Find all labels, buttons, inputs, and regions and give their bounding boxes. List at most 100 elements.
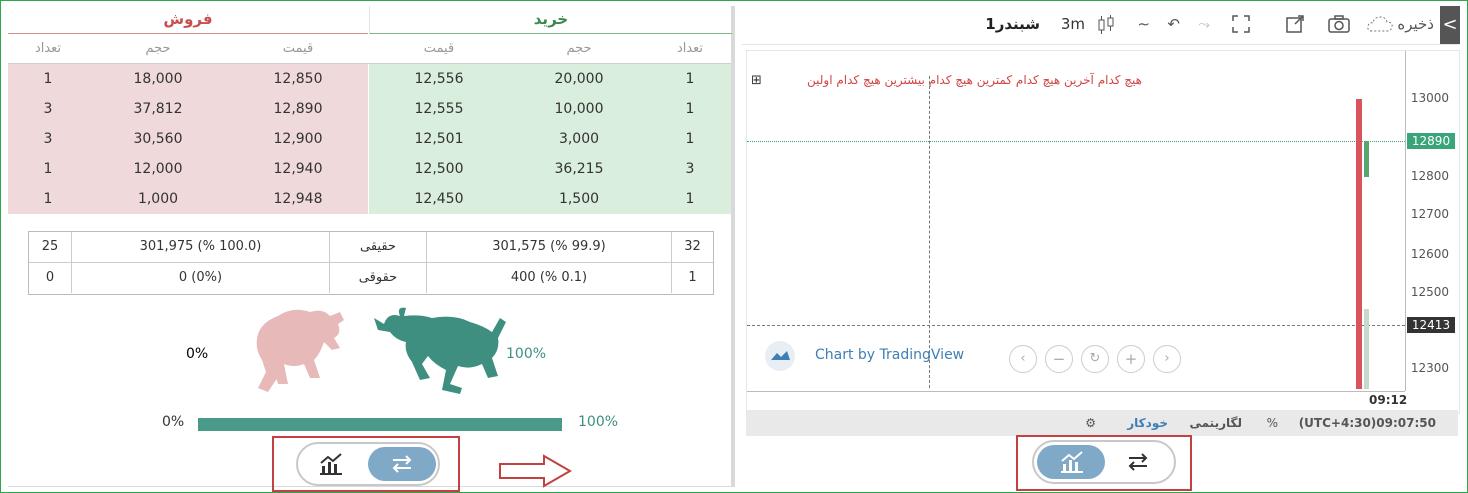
zoom-out-button[interactable]: −	[1045, 345, 1073, 373]
scroll-left-button[interactable]: ‹	[1009, 345, 1037, 373]
buy-volume-cell: 1,500	[509, 184, 649, 215]
sell-volume-cell: 30,560	[88, 124, 228, 155]
sell-header: فروش	[8, 6, 368, 34]
sell-count-cell: 1	[8, 184, 88, 215]
arrow-right-icon	[499, 454, 573, 488]
candle	[1356, 99, 1362, 389]
buy-price-cell: 12,501	[369, 124, 509, 155]
symbol-label[interactable]: شبندر1	[985, 15, 1040, 33]
orderbook-view-button[interactable]	[368, 447, 436, 481]
sell-volume-col: حجم	[145, 41, 171, 56]
last-price-label: 12890	[1407, 133, 1455, 149]
price-tick: 12500	[1410, 285, 1449, 299]
auto-toggle[interactable]: خودکار	[1127, 416, 1168, 430]
zoom-in-button[interactable]: +	[1117, 345, 1145, 373]
bull-percent: 100%	[506, 346, 547, 362]
chart-view-icon	[1059, 450, 1085, 478]
table-row[interactable]: 1 18,000 12,850 12,556 20,000 1	[8, 64, 731, 95]
buy-volume-cell: 3,000	[509, 124, 649, 155]
volume-bar	[1364, 309, 1369, 389]
bull-icon	[374, 307, 506, 394]
clock-time: (UTC+4:30)09:07:50	[1298, 416, 1436, 430]
sell-volume-cell: 37,812	[88, 94, 228, 125]
row-label: حقیقی	[330, 232, 427, 262]
chart-view-icon[interactable]	[318, 452, 344, 480]
time-label: 09:12	[1369, 393, 1408, 407]
sell-value: 0 (0%)	[72, 263, 330, 293]
sell-count: 25	[29, 232, 72, 262]
view-toggle[interactable]	[296, 442, 440, 486]
settings-gear-icon[interactable]: ⚙	[1085, 416, 1096, 430]
redo-icon[interactable]: ⤳	[1198, 15, 1210, 33]
sell-price-cell: 12,940	[228, 154, 368, 185]
table-row: 25 301,975 (% 100.0) حقیقی 301,575 (% 99…	[29, 232, 713, 263]
buy-value: 400 (% 0.1)	[427, 263, 672, 293]
buy-volume-cell: 20,000	[509, 64, 649, 95]
sell-volume-cell: 1,000	[88, 184, 228, 215]
table-row[interactable]: 3 37,812 12,890 12,555 10,000 1	[8, 94, 731, 125]
bar-left-label: 0%	[162, 414, 185, 430]
swap-arrows-icon	[390, 453, 414, 479]
sell-count-cell: 3	[8, 124, 88, 155]
swap-arrows-icon[interactable]	[1126, 451, 1150, 477]
camera-icon[interactable]	[1328, 15, 1350, 37]
chart-status-bar: (UTC+4:30)09:07:50 % لگاریتمی خودکار ⚙	[746, 410, 1458, 436]
price-tick: 12700	[1410, 207, 1449, 221]
cloud-save-icon[interactable]	[1366, 15, 1394, 37]
price-tick: 12800	[1410, 169, 1449, 183]
sell-count-cell: 1	[8, 64, 88, 95]
scroll-right-button[interactable]: ›	[1153, 345, 1181, 373]
buy-count-cell: 3	[649, 154, 731, 185]
indicators-icon[interactable]: ∼	[1137, 15, 1150, 33]
table-row[interactable]: 3 30,560 12,900 12,501 3,000 1	[8, 124, 731, 155]
bear-icon	[256, 309, 344, 392]
buy-count-cell: 1	[649, 124, 731, 155]
reset-chart-button[interactable]: ↻	[1081, 345, 1109, 373]
table-row[interactable]: 1 12,000 12,940 12,500 36,215 3	[8, 154, 731, 185]
investor-summary-table: 25 301,975 (% 100.0) حقیقی 301,575 (% 99…	[28, 231, 714, 295]
sell-count: 0	[29, 263, 72, 293]
buy-sell-ratio-bar	[198, 418, 562, 431]
sell-volume-cell: 18,000	[88, 64, 228, 95]
sell-price-cell: 12,850	[228, 64, 368, 95]
log-toggle[interactable]: لگاریتمی	[1190, 416, 1243, 430]
sell-price-cell: 12,890	[228, 94, 368, 125]
crosshair-price-label: 12413	[1407, 317, 1455, 333]
price-tick: 12600	[1410, 247, 1449, 261]
chart-toolbar: < ذخیره ⤳ ↶ ∼ 3m شبندر1	[742, 6, 1460, 45]
sell-count-cell: 3	[8, 94, 88, 125]
row-label: حقوقی	[330, 263, 427, 293]
collapse-button[interactable]: <	[1440, 6, 1460, 44]
tradingview-logo	[765, 341, 795, 371]
sell-count-col: تعداد	[34, 41, 62, 56]
candles-icon[interactable]	[1098, 15, 1114, 39]
price-chart[interactable]: ⊞ هیچ کدام آخرین هیچ کدام کمترین هیچ کدا…	[746, 50, 1460, 414]
undo-icon[interactable]: ↶	[1167, 15, 1180, 33]
buy-price-cell: 12,450	[369, 184, 509, 215]
interval-button[interactable]: 3m	[1061, 15, 1085, 33]
table-row: 0 0 (0%) حقوقی 400 (% 0.1) 1	[29, 263, 713, 293]
view-toggle[interactable]	[1032, 440, 1176, 484]
table-row[interactable]: 1 1,000 12,948 12,450 1,500 1	[8, 184, 731, 215]
chart-view-button[interactable]	[1037, 445, 1105, 479]
external-link-icon[interactable]	[1286, 15, 1304, 37]
sell-price-cell: 12,948	[228, 184, 368, 215]
price-tick: 13000	[1410, 91, 1449, 105]
save-label[interactable]: ذخیره	[1397, 15, 1434, 33]
bear-percent: 0%	[186, 346, 209, 362]
buy-count-cell: 1	[649, 64, 731, 95]
chart-legend: هیچ کدام آخرین هیچ کدام کمترین هیچ کدام …	[807, 73, 1142, 87]
buy-price-cell: 12,556	[369, 64, 509, 95]
buy-count-cell: 1	[649, 184, 731, 215]
buy-value: 301,575 (% 99.9)	[427, 232, 672, 262]
buy-count-col: تعداد	[676, 41, 704, 56]
buy-volume-cell: 10,000	[509, 94, 649, 125]
orderbook-panel: فروش خرید تعداد حجم قیمت قیمت حجم تعداد …	[8, 6, 735, 492]
fullscreen-icon[interactable]	[1232, 15, 1250, 37]
buy-header: خرید	[369, 6, 732, 34]
add-indicator-button[interactable]: ⊞	[751, 73, 762, 88]
sell-price-col: قیمت	[282, 41, 314, 56]
candle	[1364, 141, 1369, 177]
percent-toggle[interactable]: %	[1267, 416, 1278, 430]
chart-panel: < ذخیره ⤳ ↶ ∼ 3m شبندر1 ⊞ هیچ کدام آخرین…	[742, 6, 1460, 438]
